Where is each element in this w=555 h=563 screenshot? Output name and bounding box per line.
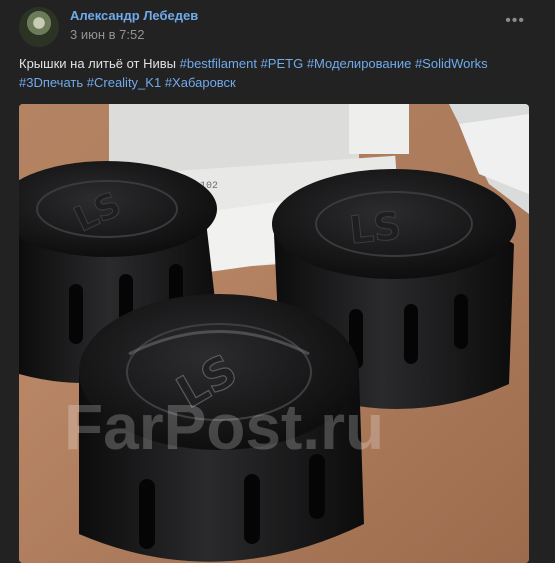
post-caption: Крышки на литьё от Нивы xyxy=(19,56,176,71)
farpost-watermark: FarPost.ru xyxy=(64,391,384,463)
hashtag-solidworks[interactable]: #SolidWorks xyxy=(415,56,488,71)
more-horizontal-icon: ••• xyxy=(505,12,525,29)
hashtag-modelirovanie[interactable]: #Моделирование xyxy=(307,56,412,71)
hashtag-3dpechat[interactable]: #3Dпечать xyxy=(19,75,83,90)
hashtag-creality-k1[interactable]: #Creality_K1 xyxy=(87,75,161,90)
post-text: Крышки на литьё от Нивы #bestfilament #P… xyxy=(19,54,519,92)
author-avatar[interactable] xyxy=(19,7,59,47)
cap-right-logo: LS xyxy=(347,203,403,252)
author-name[interactable]: Александр Лебедев xyxy=(70,8,198,23)
hashtag-petg[interactable]: #PETG xyxy=(261,56,304,71)
post-card: Александр Лебедев 3 июн в 7:52 ••• Крышк… xyxy=(0,0,555,563)
photo-scene: 0 ЗАЕ 102 LS LS xyxy=(19,104,529,563)
hashtag-khabarovsk[interactable]: #Хабаровск xyxy=(165,75,236,90)
post-photo[interactable]: 0 ЗАЕ 102 LS LS xyxy=(19,104,529,563)
hashtag-bestfilament[interactable]: #bestfilament xyxy=(180,56,257,71)
more-options-button[interactable]: ••• xyxy=(505,13,525,29)
post-date[interactable]: 3 июн в 7:52 xyxy=(70,27,144,42)
